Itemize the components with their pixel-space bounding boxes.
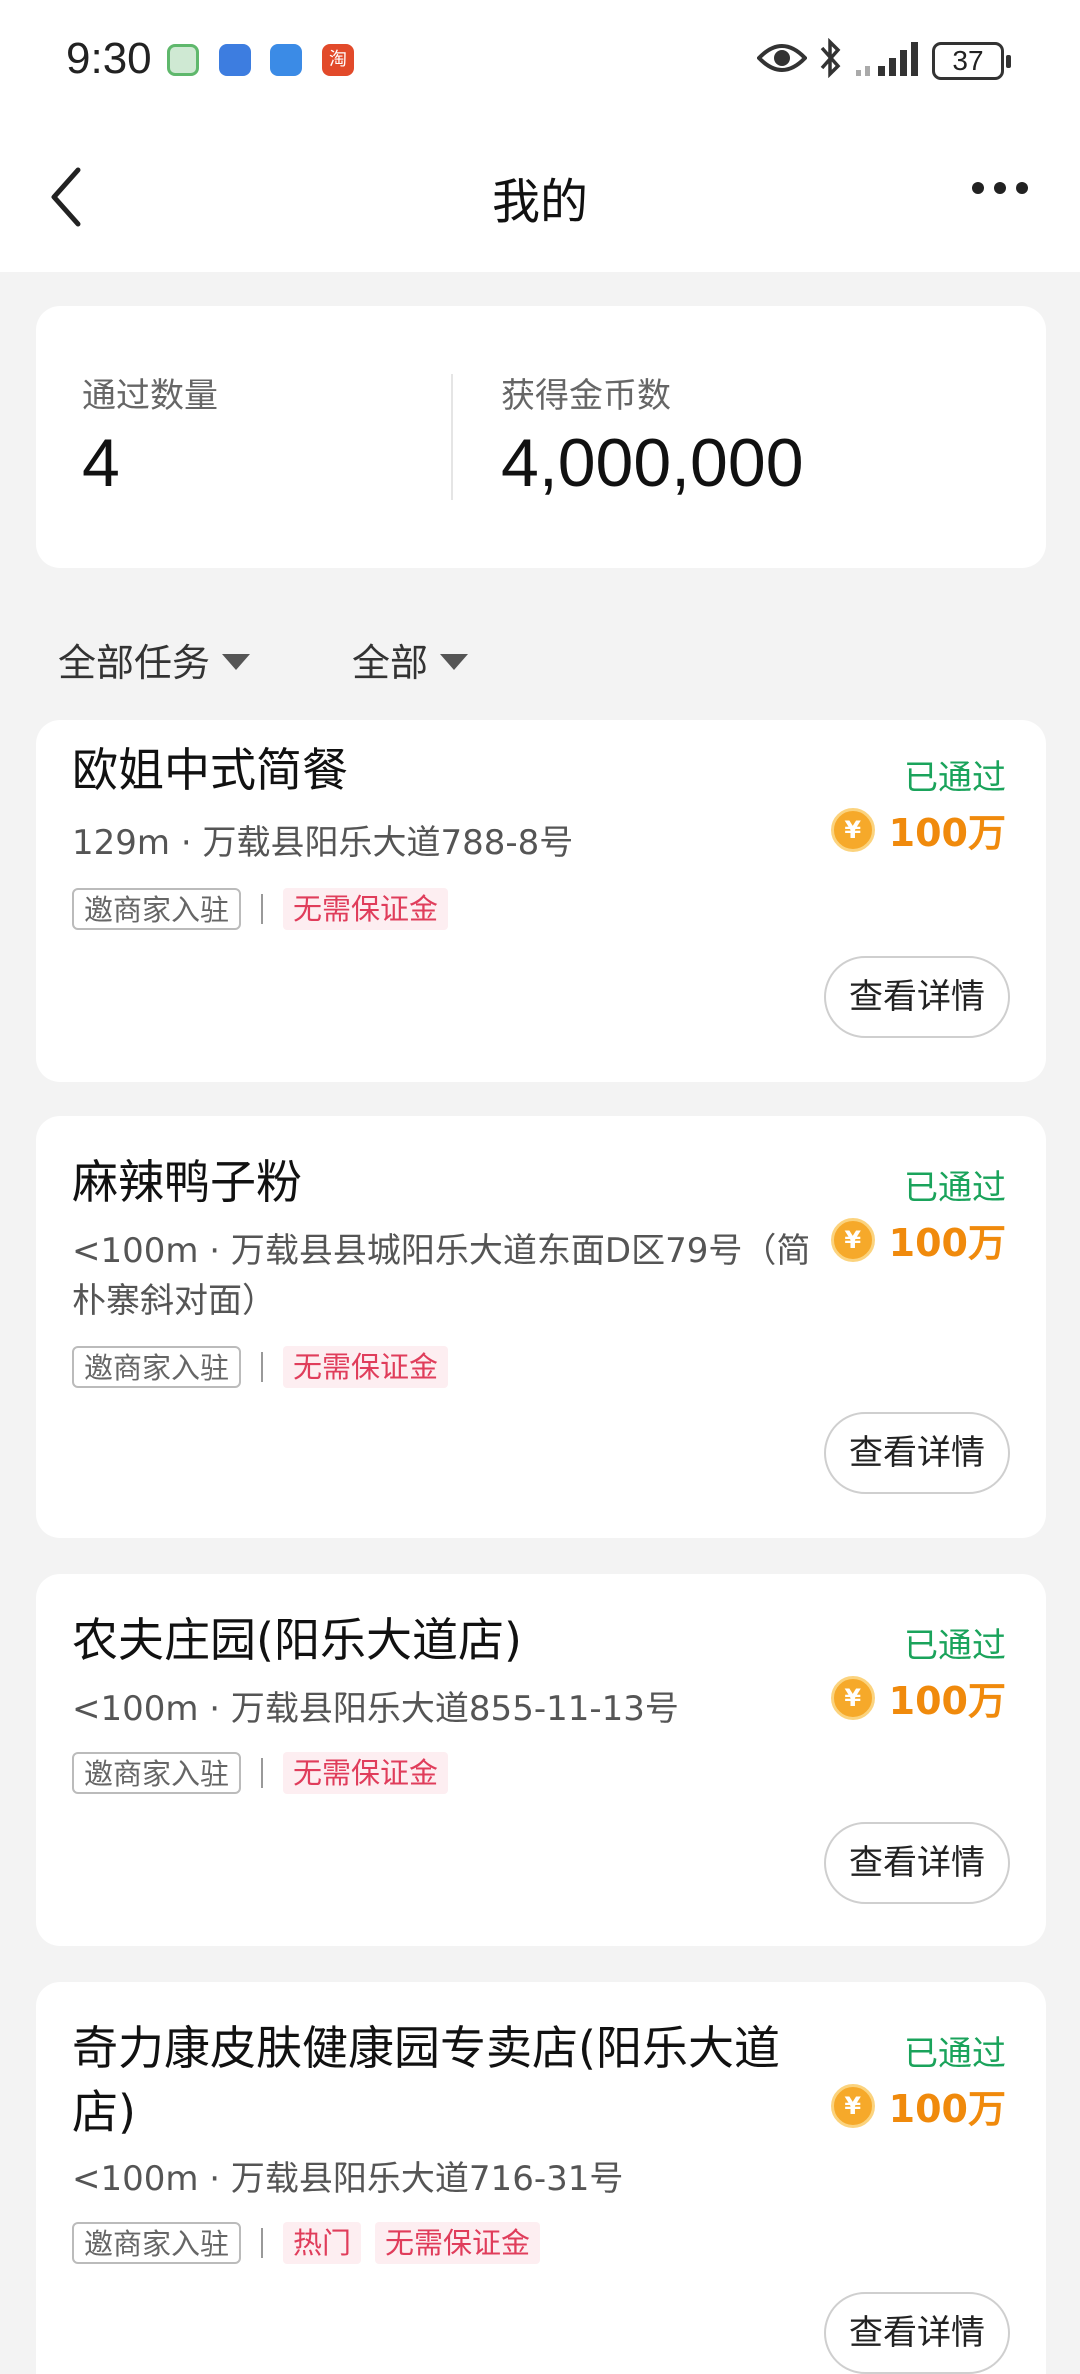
tag-separator	[261, 1352, 264, 1382]
passed-count-value: 4	[82, 425, 120, 501]
eye-icon	[757, 44, 807, 72]
reward-amount: 100万	[888, 2087, 1006, 2131]
tag-no-deposit: 无需保证金	[375, 2222, 541, 2264]
taobao-icon: 淘	[322, 44, 354, 76]
task-card[interactable]: 奇力康皮肤健康园专卖店(阳乐大道店) <100m · 万载县阳乐大道716-31…	[36, 1982, 1046, 2374]
view-details-button[interactable]: 查看详情	[824, 2292, 1010, 2374]
task-address: <100m · 万载县县城阳乐大道东面D区79号（简朴寨斜对面）	[72, 1231, 811, 1321]
task-status: 已通过	[904, 1626, 1006, 1666]
tag-separator	[261, 894, 264, 924]
coin-icon: ¥	[830, 1217, 875, 1262]
more-icon[interactable]	[970, 180, 1030, 196]
battery-icon: 37	[932, 42, 1011, 80]
task-title: 欧姐中式简餐	[72, 743, 348, 797]
task-address: 129m · 万载县阳乐大道788-8号	[72, 823, 574, 863]
coins-value: 4,000,000	[501, 425, 804, 501]
wechat-icon	[167, 44, 199, 76]
status-time: 9:30	[66, 34, 152, 83]
tag-invite-merchant: 邀商家入驻	[72, 888, 242, 930]
task-reward: ¥ 100万	[830, 1670, 1006, 1725]
task-tags: 邀商家入驻 无需保证金	[72, 1346, 462, 1388]
view-details-button[interactable]: 查看详情	[824, 956, 1010, 1038]
reward-amount: 100万	[888, 1221, 1006, 1265]
status-filter-dropdown[interactable]: 全部	[352, 632, 469, 687]
tag-no-deposit: 无需保证金	[283, 1752, 449, 1794]
task-title: 麻辣鸭子粉	[72, 1155, 302, 1209]
task-tags: 邀商家入驻 无需保证金	[72, 1752, 462, 1794]
browser-notification-icon	[270, 44, 302, 76]
tag-invite-merchant: 邀商家入驻	[72, 1752, 242, 1794]
task-reward: ¥ 100万	[830, 802, 1006, 857]
coins-label: 获得金币数	[501, 376, 671, 416]
task-title: 农夫庄园(阳乐大道店)	[72, 1613, 522, 1667]
task-reward: ¥ 100万	[830, 2078, 1006, 2133]
view-details-button[interactable]: 查看详情	[824, 1822, 1010, 1904]
task-title: 奇力康皮肤健康园专卖店(阳乐大道店)	[72, 2021, 780, 2139]
task-status: 已通过	[904, 1168, 1006, 1208]
task-status: 已通过	[904, 758, 1006, 798]
tag-separator	[261, 1758, 264, 1788]
passed-count-label: 通过数量	[82, 376, 218, 416]
nav-bar: 我的	[0, 122, 1080, 272]
app-notification-icon	[219, 44, 251, 76]
status-bar: 9:30 淘 37	[0, 0, 1080, 122]
task-status: 已通过	[904, 2034, 1006, 2074]
status-filter-label: 全部	[352, 641, 429, 685]
task-reward: ¥ 100万	[830, 1212, 1006, 1267]
task-filter-label: 全部任务	[58, 641, 211, 685]
task-tags: 邀商家入驻 热门 无需保证金	[72, 2222, 554, 2264]
coin-icon: ¥	[830, 807, 875, 852]
divider	[451, 374, 453, 500]
task-card[interactable]: 麻辣鸭子粉 <100m · 万载县县城阳乐大道东面D区79号（简朴寨斜对面） 邀…	[36, 1116, 1046, 1538]
tag-separator	[261, 2228, 264, 2258]
reward-amount: 100万	[888, 1679, 1006, 1723]
tag-no-deposit: 无需保证金	[283, 1346, 449, 1388]
coin-icon: ¥	[830, 1675, 875, 1720]
dropdown-triangle-icon	[440, 653, 469, 670]
bluetooth-icon	[820, 38, 841, 78]
signal-icon	[856, 42, 918, 76]
dropdown-triangle-icon	[222, 653, 251, 670]
tag-invite-merchant: 邀商家入驻	[72, 2222, 242, 2264]
tag-no-deposit: 无需保证金	[283, 888, 449, 930]
page-title: 我的	[491, 174, 588, 230]
summary-card: 通过数量 4 获得金币数 4,000,000	[36, 306, 1046, 568]
tag-invite-merchant: 邀商家入驻	[72, 1346, 242, 1388]
task-tags: 邀商家入驻 无需保证金	[72, 888, 462, 930]
reward-amount: 100万	[888, 811, 1006, 855]
coin-icon: ¥	[830, 2083, 875, 2128]
task-address: <100m · 万载县阳乐大道716-31号	[72, 2159, 624, 2199]
task-address: <100m · 万载县阳乐大道855-11-13号	[72, 1689, 679, 1729]
tag-hot: 热门	[283, 2222, 362, 2264]
task-filter-dropdown[interactable]: 全部任务	[58, 632, 251, 687]
task-card[interactable]: 欧姐中式简餐 129m · 万载县阳乐大道788-8号 邀商家入驻 无需保证金 …	[36, 720, 1046, 1082]
task-card[interactable]: 农夫庄园(阳乐大道店) <100m · 万载县阳乐大道855-11-13号 邀商…	[36, 1574, 1046, 1946]
view-details-button[interactable]: 查看详情	[824, 1412, 1010, 1494]
